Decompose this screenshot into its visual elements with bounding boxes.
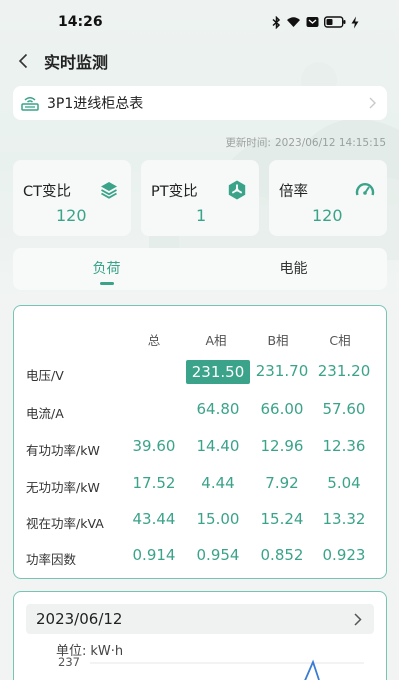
cell-reactive-power-b: 7.92: [265, 474, 299, 492]
tab-bar: 负荷 电能: [13, 248, 387, 290]
cell-active-power-b: 12.96: [260, 437, 304, 455]
cell-voltage-a: 231.50: [186, 360, 250, 384]
multiplier-label: 倍率: [279, 184, 308, 200]
row-label-active-power: 有功功率/kW: [26, 443, 100, 458]
date-text: 2023/06/12: [36, 610, 123, 628]
cell-power-factor-b: 0.852: [260, 546, 304, 564]
cell-active-power-c: 12.36: [322, 437, 366, 455]
cell-current-c: 57.60: [322, 400, 366, 418]
unit-value: kW·h: [90, 644, 124, 659]
charging-icon: [351, 16, 359, 28]
y-axis-tick-top: 237: [58, 655, 80, 669]
status-time: 14:26: [58, 14, 103, 30]
device-name: 3P1进线柜总表: [47, 96, 144, 112]
battery-icon: [324, 16, 346, 28]
tab-energy[interactable]: 电能: [200, 248, 387, 290]
date-selector[interactable]: 2023/06/12: [26, 604, 374, 634]
cell-power-factor-a: 0.954: [196, 546, 240, 564]
row-label-apparent-power: 视在功率/kVA: [26, 516, 104, 531]
header: 实时监测: [0, 46, 399, 76]
cell-voltage-b: 231.70: [255, 362, 309, 380]
back-icon[interactable]: [18, 51, 34, 71]
gauge-icon: [355, 183, 375, 196]
cell-reactive-power-c: 5.04: [327, 474, 361, 492]
load-data-table: 总 A相 B相 C相 电压/V 231.50 231.70 231.20 电流/…: [13, 305, 387, 579]
cell-reactive-power-total: 17.52: [132, 474, 176, 492]
chart-series-line: [304, 659, 320, 680]
tab-load[interactable]: 负荷: [13, 248, 200, 290]
multiplier-value: 120: [312, 206, 343, 225]
tab-load-label: 负荷: [92, 261, 121, 277]
cell-apparent-power-b: 15.24: [260, 510, 304, 528]
cell-current-a: 64.80: [196, 400, 240, 418]
multiplier-card: 倍率 120: [269, 160, 387, 236]
chevron-right-icon: [354, 612, 364, 626]
status-bar: 14:26: [0, 0, 399, 44]
chevron-right-icon: [369, 96, 379, 110]
cell-apparent-power-total: 43.44: [132, 510, 176, 528]
fan-icon: [228, 180, 246, 200]
row-label-voltage: 电压/V: [26, 368, 64, 383]
cell-voltage-c: 231.20: [317, 362, 371, 380]
tab-energy-label: 电能: [279, 261, 308, 277]
column-header-phase-c: C相: [329, 333, 351, 348]
cell-current-b: 66.00: [260, 400, 304, 418]
cell-apparent-power-c: 13.32: [322, 510, 366, 528]
ct-ratio-value: 120: [56, 206, 87, 225]
cell-active-power-a: 14.40: [196, 437, 240, 455]
page-title: 实时监测: [44, 53, 109, 72]
update-time: 更新时间: 2023/06/12 14:15:15: [221, 135, 386, 150]
cell-apparent-power-a: 15.00: [196, 510, 240, 528]
meter-icon: [21, 94, 41, 112]
pt-ratio-label: PT变比: [151, 184, 198, 200]
column-header-phase-a: A相: [205, 333, 227, 348]
cell-active-power-total: 39.60: [132, 437, 176, 455]
update-time-label: 更新时间:: [225, 137, 271, 149]
ct-ratio-label: CT变比: [23, 184, 71, 200]
cell-power-factor-c: 0.923: [322, 546, 366, 564]
pt-ratio-value: 1: [196, 206, 207, 225]
row-label-current: 电流/A: [26, 406, 64, 421]
wifi-icon: [287, 17, 300, 27]
pt-ratio-card: PT变比 1: [141, 160, 259, 236]
tab-active-indicator: [99, 282, 114, 285]
column-header-total: 总: [147, 333, 161, 348]
cell-reactive-power-a: 4.44: [201, 474, 235, 492]
bluetooth-icon: [272, 15, 281, 29]
energy-chart-panel: 2023/06/12 单位: kW·h 237: [13, 591, 387, 680]
status-icons: [272, 15, 359, 29]
device-selector[interactable]: 3P1进线柜总表: [13, 86, 387, 120]
cell-power-factor-total: 0.914: [132, 546, 176, 564]
ct-ratio-card: CT变比 120: [13, 160, 131, 236]
notification-icon: [306, 17, 319, 27]
row-label-reactive-power: 无功功率/kW: [26, 480, 100, 495]
layers-icon: [101, 182, 117, 199]
update-time-value: 2023/06/12 14:15:15: [274, 137, 386, 149]
column-header-phase-b: B相: [267, 333, 289, 348]
row-label-power-factor: 功率因数: [26, 552, 77, 567]
